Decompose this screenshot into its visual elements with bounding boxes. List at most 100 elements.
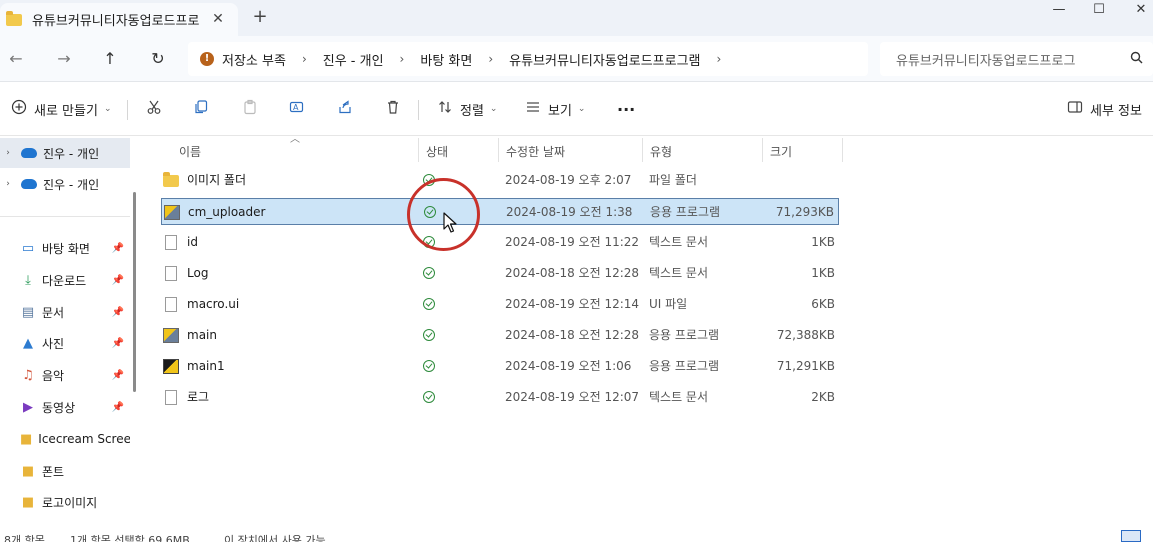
delete-button[interactable] — [382, 96, 404, 122]
sidebar-scrollbar[interactable] — [133, 192, 136, 392]
column-divider[interactable] — [418, 138, 419, 162]
sidebar-item-icecream[interactable]: ■ Icecream Screen — [0, 424, 130, 454]
file-row[interactable]: id 2024-08-19 오전 11:22 텍스트 문서 1KB — [161, 229, 839, 256]
sidebar-item-videos[interactable]: ▶ 동영상 📌 — [0, 392, 130, 422]
maximize-button[interactable]: ☐ — [1076, 0, 1122, 22]
pin-icon[interactable]: 📌 — [112, 338, 124, 349]
tab-active[interactable]: 유튜브커뮤니티자동업로드프로 ✕ — [0, 3, 238, 36]
copy-icon — [190, 99, 212, 119]
breadcrumb-desktop[interactable]: 바탕 화면 — [420, 50, 472, 69]
view-label: 보기 — [548, 103, 572, 119]
sidebar-item-pictures[interactable]: ▲ 사진 📌 — [0, 328, 130, 358]
pin-icon[interactable]: 📌 — [112, 307, 124, 318]
folder-icon: ■ — [20, 431, 33, 447]
file-row[interactable]: main1 2024-08-19 오전 1:06 응용 프로그램 71,291KB — [161, 353, 839, 380]
back-button[interactable]: ← — [2, 46, 30, 72]
sort-button[interactable]: 정렬 ⌄ — [434, 96, 497, 122]
pin-icon[interactable]: 📌 — [112, 275, 124, 286]
sidebar-item-downloads[interactable]: ⤓ 다운로드 📌 — [0, 265, 130, 295]
pin-icon[interactable]: 📌 — [112, 402, 124, 413]
sync-status-icon — [423, 298, 435, 310]
column-header-date[interactable]: 수정한 날짜 — [500, 140, 565, 164]
sidebar-item-desktop[interactable]: ▭ 바탕 화면 📌 — [0, 233, 130, 263]
column-divider[interactable] — [842, 138, 843, 162]
sidebar-item-label: 다운로드 — [42, 273, 87, 288]
file-date: 2024-08-19 오전 12:07 — [505, 390, 640, 404]
details-view-toggle[interactable] — [1121, 530, 1141, 542]
view-list-icon — [522, 99, 544, 119]
sidebar-item-label: 바탕 화면 — [42, 241, 90, 256]
column-header-name[interactable]: 이름 — [173, 140, 201, 164]
search-input[interactable]: 유튜브커뮤니티자동업로드프로그 — [880, 42, 1153, 76]
chevron-right-icon[interactable]: › — [1, 148, 15, 158]
folder-icon: ■ — [21, 494, 35, 510]
status-bar: 8개 항목 1개 항목 선택함 69.6MB 이 장치에서 사용 가능 — [0, 530, 1153, 542]
column-divider[interactable] — [762, 138, 763, 162]
pin-icon[interactable]: 📌 — [112, 370, 124, 381]
application-icon — [163, 328, 179, 343]
more-options-button[interactable]: ··· — [617, 96, 635, 122]
scissors-icon — [143, 99, 165, 119]
column-header-status[interactable]: 상태 — [420, 140, 448, 164]
column-header-type[interactable]: 유형 — [644, 140, 672, 164]
column-divider[interactable] — [498, 138, 499, 162]
warning-icon: ! — [200, 52, 214, 66]
chevron-right-icon[interactable]: › — [302, 52, 307, 66]
copy-button[interactable] — [190, 96, 212, 122]
details-pane-button[interactable]: 세부 정보 — [1064, 96, 1142, 122]
pin-icon[interactable]: 📌 — [112, 243, 124, 254]
file-date: 2024-08-18 오전 12:28 — [505, 266, 640, 280]
selection-info: 1개 항목 선택함 69.6MB — [70, 534, 190, 542]
title-bar: 유튜브커뮤니티자동업로드프로 ✕ + — ☐ ✕ — [0, 0, 1153, 36]
chevron-right-icon[interactable]: › — [717, 52, 722, 66]
file-row[interactable]: Log 2024-08-18 오전 12:28 텍스트 문서 1KB — [161, 260, 839, 287]
sidebar-item-onedrive-1[interactable]: › 진우 - 개인 — [0, 138, 130, 168]
sync-status-icon — [423, 329, 435, 341]
tab-close-button[interactable]: ✕ — [208, 9, 228, 29]
sidebar-item-onedrive-2[interactable]: › 진우 - 개인 — [0, 169, 130, 199]
breadcrumb-storage[interactable]: 저장소 부족 — [222, 50, 286, 69]
chevron-right-icon[interactable]: › — [488, 52, 493, 66]
column-divider[interactable] — [642, 138, 643, 162]
forward-button[interactable]: → — [50, 46, 78, 72]
sidebar-item-label: 사진 — [42, 336, 65, 351]
rename-button[interactable]: A — [286, 96, 308, 122]
file-row[interactable]: 로그 2024-08-19 오전 12:07 텍스트 문서 2KB — [161, 384, 839, 411]
details-pane-icon — [1064, 99, 1086, 119]
folder-icon — [163, 171, 179, 187]
file-type: 응용 프로그램 — [650, 205, 721, 219]
sidebar-item-fonts[interactable]: ■ 폰트 — [0, 456, 130, 486]
chevron-right-icon[interactable]: › — [400, 52, 405, 66]
file-name-cell: Log — [163, 260, 413, 287]
file-name: Log — [187, 266, 209, 280]
sync-status-icon — [423, 391, 435, 403]
toolbar-divider — [127, 100, 128, 120]
breadcrumb-current-folder[interactable]: 유튜브커뮤니티자동업로드프로그램 — [509, 50, 700, 69]
file-name: 이미지 폴더 — [187, 173, 247, 187]
new-button[interactable]: 새로 만들기 ⌄ — [8, 96, 111, 122]
address-bar[interactable]: ! 저장소 부족 › 진우 - 개인 › 바탕 화면 › 유튜브커뮤니티자동업로… — [188, 42, 868, 76]
chevron-right-icon[interactable]: › — [1, 179, 15, 189]
paste-button[interactable] — [239, 96, 261, 122]
new-tab-button[interactable]: + — [249, 6, 271, 28]
share-button[interactable] — [334, 96, 356, 122]
sidebar-item-logo-images[interactable]: ■ 로고이미지 — [0, 487, 130, 517]
file-row[interactable]: cm_uploader 2024-08-19 오전 1:38 응용 프로그램 71,2… — [161, 198, 839, 225]
details-label: 세부 정보 — [1090, 103, 1142, 119]
sidebar-item-documents[interactable]: ▤ 문서 📌 — [0, 297, 130, 327]
up-button[interactable]: ↑ — [96, 46, 124, 72]
availability-status: 이 장치에서 사용 가능 — [224, 534, 326, 542]
sidebar-item-music[interactable]: ♫ 음악 📌 — [0, 360, 130, 390]
file-row[interactable]: main 2024-08-18 오전 12:28 응용 프로그램 72,388KB — [161, 322, 839, 349]
file-row[interactable]: 이미지 폴더 2024-08-19 오후 2:07 파일 폴더 — [161, 167, 839, 194]
column-header-size[interactable]: 크기 — [764, 140, 792, 164]
close-window-button[interactable]: ✕ — [1118, 0, 1153, 22]
breadcrumb-onedrive[interactable]: 진우 - 개인 — [323, 50, 384, 69]
file-row[interactable]: macro.ui 2024-08-19 오전 12:14 UI 파일 6KB — [161, 291, 839, 318]
view-button[interactable]: 보기 ⌄ — [522, 96, 585, 122]
refresh-button[interactable]: ↻ — [144, 46, 172, 72]
file-size: 71,293KB — [775, 205, 834, 219]
search-icon[interactable] — [1130, 51, 1143, 68]
sidebar-divider — [0, 216, 130, 217]
cut-button[interactable] — [143, 96, 165, 122]
